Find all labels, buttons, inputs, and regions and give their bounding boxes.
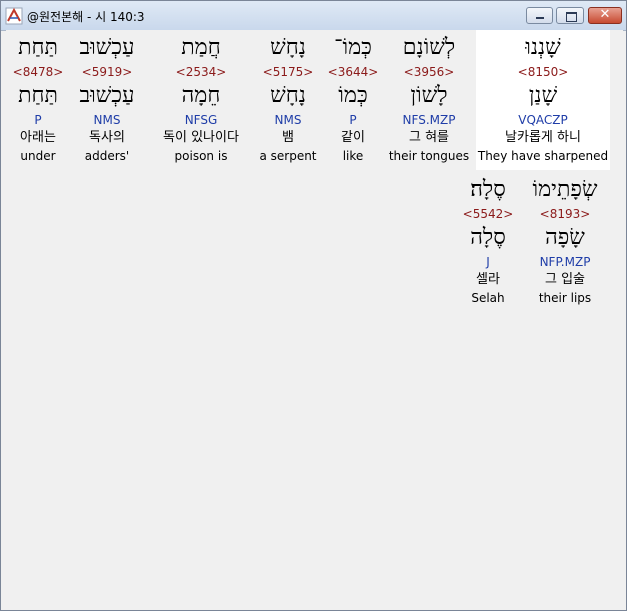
morphology-code[interactable]: NFSG xyxy=(152,113,250,127)
hebrew-lemma: עַכְשׁוּב xyxy=(79,83,135,108)
close-icon: ✕ xyxy=(599,7,611,22)
hebrew-lemma: שָׁנַן xyxy=(528,83,558,108)
morphology-code[interactable]: NFP.MZP xyxy=(526,255,604,269)
hebrew-word: חֲמַת xyxy=(181,35,221,60)
morphology-code[interactable]: P xyxy=(324,113,382,127)
hebrew-lemma: נָחָשׁ xyxy=(270,83,306,108)
morphology-code[interactable]: VQACZP xyxy=(476,113,610,127)
english-gloss: their lips xyxy=(538,291,592,305)
hebrew-word: לְשׁוֹנָם xyxy=(402,35,456,60)
hebrew-word: עַכְשׁוּב xyxy=(79,35,135,60)
strong-number[interactable]: <5919> xyxy=(72,65,142,79)
english-gloss: like xyxy=(342,149,364,163)
hebrew-word: תַּחַת xyxy=(18,35,58,60)
strong-number[interactable]: <3956> xyxy=(384,65,474,79)
korean-gloss: 아래는 xyxy=(20,130,56,145)
morphology-code[interactable]: J xyxy=(458,255,518,269)
minimize-icon xyxy=(536,17,544,19)
english-gloss: adders' xyxy=(84,149,130,163)
morphology-code[interactable]: NMS xyxy=(254,113,322,127)
title-bar[interactable]: @원전본해 - 시 140:3 ✕ xyxy=(1,1,626,31)
english-gloss: Selah xyxy=(471,291,505,305)
strong-number[interactable]: <2534> xyxy=(152,65,250,79)
morphology-code[interactable]: NMS xyxy=(72,113,142,127)
hebrew-word: שְׂפָתֵימוֹ xyxy=(532,177,598,202)
korean-gloss: 셀라 xyxy=(476,272,500,287)
korean-gloss: 그 혀를 xyxy=(408,130,449,145)
strong-number[interactable]: <5175> xyxy=(254,65,322,79)
hebrew-word: שָׁנְנוּ xyxy=(525,35,561,60)
interlinear-panel: שָׁנְנוּ <8150> שָׁנַן VQACZP 날카롭게 하니 Th… xyxy=(6,30,623,607)
korean-gloss: 그 입술 xyxy=(544,272,585,287)
english-gloss: under xyxy=(20,149,56,163)
korean-gloss: 날카롭게 하니 xyxy=(505,130,581,145)
english-gloss: a serpent xyxy=(259,149,317,163)
english-gloss: poison is xyxy=(174,149,228,163)
app-icon xyxy=(5,7,23,25)
korean-gloss: 독이 있나이다 xyxy=(163,130,239,145)
strong-number[interactable]: <8193> xyxy=(526,207,604,221)
strong-number[interactable]: <5542> xyxy=(458,207,518,221)
korean-gloss: 뱀 xyxy=(282,130,294,145)
strong-number[interactable]: <8150> xyxy=(476,65,610,79)
close-button[interactable]: ✕ xyxy=(588,7,622,24)
hebrew-lemma: חֵמָה xyxy=(181,83,221,108)
minimize-button[interactable] xyxy=(526,7,553,24)
hebrew-word: כְּמוֹ־ xyxy=(334,35,372,60)
english-gloss: their tongues xyxy=(388,149,470,163)
strong-number[interactable]: <3644> xyxy=(324,65,382,79)
strong-number[interactable]: <8478> xyxy=(8,65,68,79)
app-window: @원전본해 - 시 140:3 ✕ שָׁנְנוּ <8150> שָׁנַן… xyxy=(0,0,627,611)
maximize-button[interactable] xyxy=(556,7,584,24)
hebrew-lemma: שָׂפָה xyxy=(545,225,585,250)
korean-gloss: 같이 xyxy=(341,130,365,145)
hebrew-lemma: לָשׁוֹן xyxy=(410,83,448,108)
korean-gloss: 독사의 xyxy=(89,130,125,145)
hebrew-lemma: כְּמוֹ xyxy=(338,83,368,108)
hebrew-lemma: תַּחַת xyxy=(18,83,58,108)
morphology-code[interactable]: NFS.MZP xyxy=(384,113,474,127)
english-gloss: They have sharpened xyxy=(477,149,609,163)
hebrew-lemma: סֶלָה xyxy=(470,225,506,250)
maximize-icon xyxy=(566,12,577,22)
hebrew-word: סֶלָה׃ xyxy=(470,177,506,202)
morphology-code[interactable]: P xyxy=(8,113,68,127)
hebrew-word: נָחָשׁ xyxy=(270,35,306,60)
window-title: @원전본해 - 시 140:3 xyxy=(27,10,145,24)
